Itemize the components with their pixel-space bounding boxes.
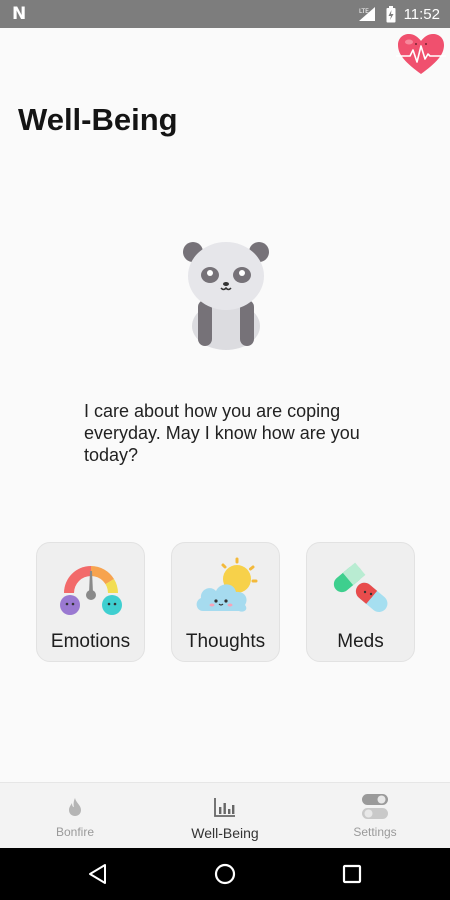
thoughts-card[interactable]: Thoughts: [171, 542, 280, 662]
flame-icon: [61, 795, 89, 819]
battery-icon: [386, 5, 396, 22]
page-title: Well-Being: [18, 102, 178, 137]
status-bar: N LTE 11:52: [0, 0, 450, 28]
meds-card[interactable]: Meds: [306, 542, 415, 662]
signal-icon: LTE: [358, 7, 375, 21]
nav-item-bonfire[interactable]: Bonfire: [0, 783, 150, 849]
nav-item-well-being[interactable]: Well-Being: [150, 783, 300, 849]
meds-label: Meds: [337, 631, 384, 652]
home-icon[interactable]: [213, 862, 237, 886]
thoughts-label: Thoughts: [185, 631, 266, 652]
greeting-message: I care about how you are coping everyday…: [84, 401, 360, 465]
emotions-card[interactable]: Emotions: [36, 542, 145, 662]
status-time: 11:52: [403, 5, 440, 23]
nav-label-settings: Settings: [353, 825, 397, 839]
emotions-label: Emotions: [50, 631, 131, 652]
emotion-gauge-icon: [59, 566, 122, 615]
panda-mascot: [183, 242, 269, 350]
bottom-navigation: Bonfire Well-Being Settings: [0, 782, 450, 848]
heart-monitor-logo: [396, 34, 446, 74]
status-icons: LTE 11:52: [358, 5, 440, 23]
system-navigation-bar: [0, 848, 450, 900]
nav-label-bonfire: Bonfire: [55, 825, 95, 839]
toggle-icon: [361, 794, 389, 819]
nav-item-settings[interactable]: Settings: [300, 783, 450, 849]
lte-label: LTE: [359, 8, 369, 15]
pills-icon: [333, 562, 387, 612]
wellbeing-categories: Emotions Thoughts Meds: [36, 542, 416, 662]
cloud-sun-icon: [196, 557, 257, 612]
notification-n-icon: N: [12, 4, 27, 24]
recent-apps-icon[interactable]: [340, 862, 364, 886]
bar-chart-icon: [211, 795, 239, 819]
back-icon[interactable]: [86, 862, 110, 886]
nav-label-well-being: Well-Being: [191, 825, 259, 841]
